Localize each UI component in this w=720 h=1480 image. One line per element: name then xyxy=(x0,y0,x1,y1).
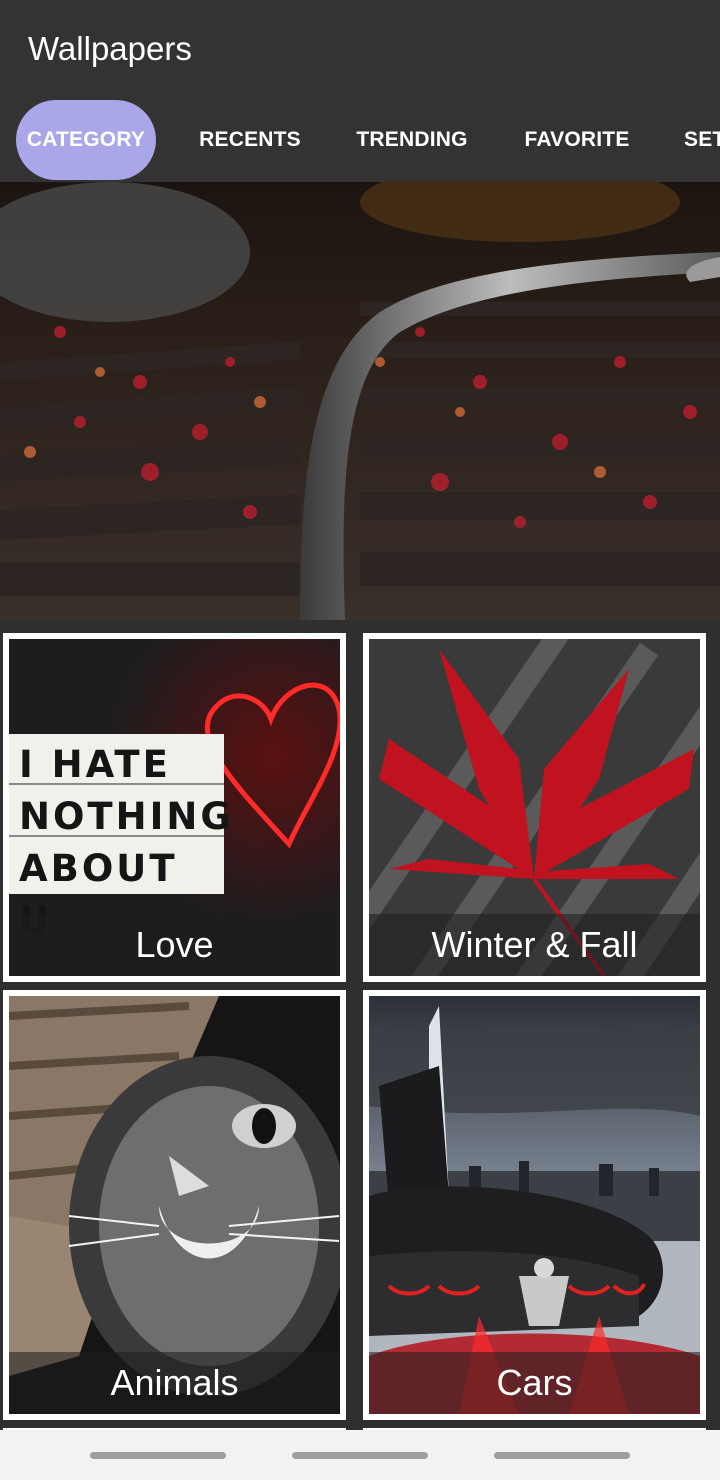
winter-fall-thumbnail: Winter & Fall xyxy=(369,639,700,976)
tab-trending[interactable]: TRENDING xyxy=(338,100,486,180)
nav-handle-center[interactable] xyxy=(292,1452,428,1459)
tab-favorite[interactable]: FAVORITE xyxy=(508,100,646,180)
category-label: Cars xyxy=(369,1352,700,1414)
tab-settings-label: SETTINGS xyxy=(684,128,720,151)
tab-recents[interactable]: RECENTS xyxy=(180,100,320,180)
app-bar: Wallpapers CATEGORY RECENTS TRENDING FAV… xyxy=(0,0,720,182)
nav-handle-left[interactable] xyxy=(90,1452,226,1459)
tab-category[interactable]: CATEGORY xyxy=(16,100,156,180)
category-label: Winter & Fall xyxy=(369,914,700,976)
tab-recents-label: RECENTS xyxy=(199,128,301,151)
cars-thumbnail: Cars xyxy=(369,996,700,1414)
category-card-winter-fall[interactable]: Winter & Fall xyxy=(363,633,706,982)
animals-thumbnail: Animals xyxy=(9,996,340,1414)
category-label: Animals xyxy=(9,1352,340,1414)
tab-trending-label: TRENDING xyxy=(356,128,468,151)
love-sign-line: NOTHING xyxy=(19,795,234,838)
tab-bar[interactable]: CATEGORY RECENTS TRENDING FAVORITE SETTI… xyxy=(0,100,720,182)
nav-handle-right[interactable] xyxy=(494,1452,630,1459)
love-thumbnail: I HATE NOTHING ABOUT U Love xyxy=(9,639,340,976)
banner-image xyxy=(0,182,720,620)
category-card-love[interactable]: I HATE NOTHING ABOUT U Love xyxy=(3,633,346,982)
system-navigation-bar xyxy=(0,1430,720,1480)
tab-favorite-label: FAVORITE xyxy=(524,128,630,151)
tab-category-label: CATEGORY xyxy=(26,128,146,151)
tab-settings[interactable]: SETTINGS xyxy=(668,100,720,180)
category-card-animals[interactable]: Animals xyxy=(3,990,346,1420)
category-grid: I HATE NOTHING ABOUT U Love xyxy=(0,620,720,1430)
app-title: Wallpapers xyxy=(28,30,192,67)
featured-banner[interactable] xyxy=(0,182,720,620)
love-sign-line: I HATE xyxy=(19,743,171,786)
category-card-cars[interactable]: Cars xyxy=(363,990,706,1420)
category-label: Love xyxy=(9,914,340,976)
